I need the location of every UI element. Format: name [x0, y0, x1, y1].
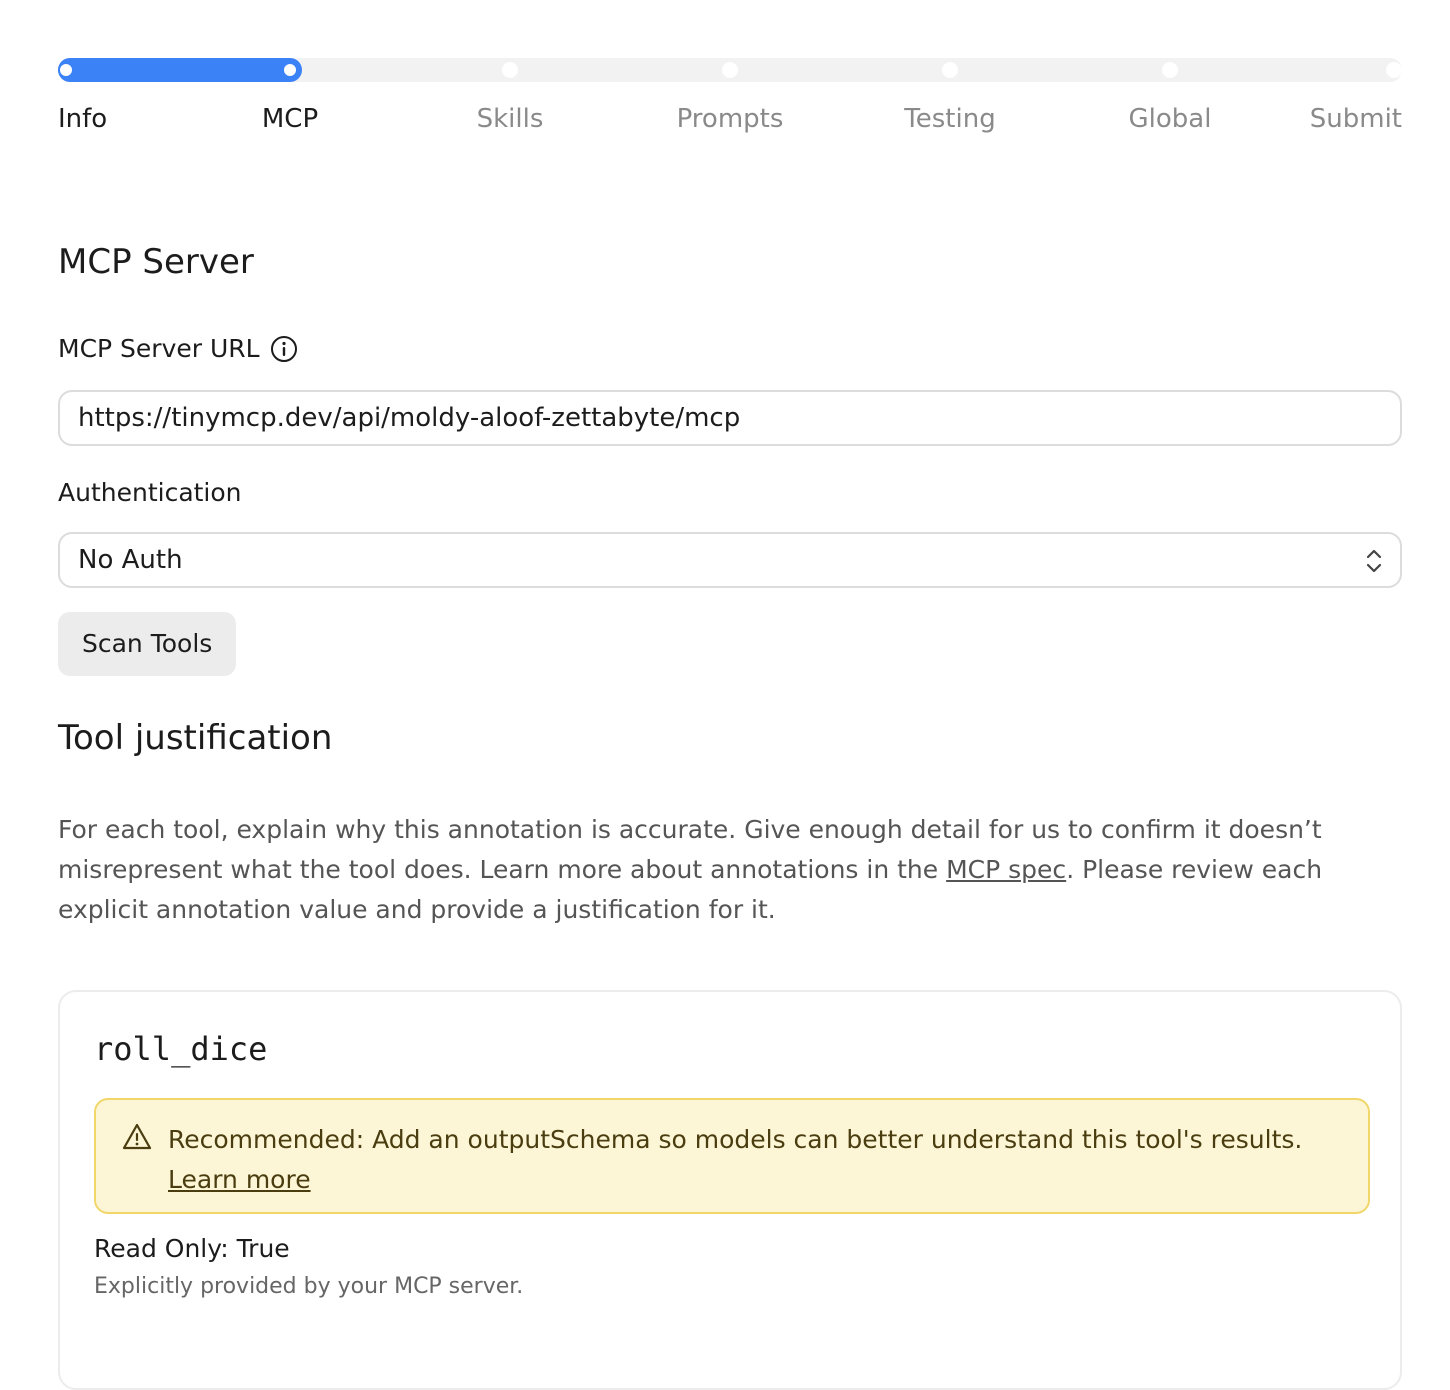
step-label-mcp[interactable]: MCP [262, 102, 318, 136]
chevron-up-down-icon [1366, 549, 1382, 573]
step-dot-global[interactable] [1162, 62, 1178, 78]
stepper-progress-fill [58, 58, 302, 82]
auth-field-label: Authentication [58, 478, 242, 507]
tool-justification-description: For each tool, explain why this annotati… [58, 810, 1348, 930]
output-schema-alert: Recommended: Add an outputSchema so mode… [94, 1098, 1370, 1214]
step-label-testing[interactable]: Testing [904, 102, 995, 136]
learn-more-link[interactable]: Learn more [168, 1165, 311, 1194]
annotation-read-only: Read Only: True [94, 1234, 290, 1263]
alert-text: Recommended: Add an outputSchema so mode… [168, 1125, 1303, 1154]
step-dot-info[interactable] [58, 62, 74, 78]
progress-stepper [58, 58, 1402, 82]
step-dot-submit[interactable] [1386, 62, 1402, 78]
step-dot-skills[interactable] [502, 62, 518, 78]
url-label-text: MCP Server URL [58, 334, 260, 363]
step-label-skills[interactable]: Skills [477, 102, 544, 136]
info-icon[interactable] [270, 335, 298, 363]
step-label-info[interactable]: Info [58, 102, 107, 136]
step-dot-mcp[interactable] [282, 62, 298, 78]
step-label-submit[interactable]: Submit [1310, 102, 1402, 136]
step-dot-prompts[interactable] [722, 62, 738, 78]
url-field-label: MCP Server URL [58, 332, 1402, 366]
tool-name: roll_dice [94, 1030, 268, 1068]
mcp-form: MCP Server MCP Server URL Authentication… [58, 238, 1402, 930]
authentication-selected-value: No Auth [78, 545, 183, 575]
section-title-tool-justification: Tool justification [58, 718, 333, 758]
tool-card: roll_dice Recommended: Add an outputSche… [58, 990, 1402, 1390]
step-label-prompts[interactable]: Prompts [677, 102, 784, 136]
annotation-source-note: Explicitly provided by your MCP server. [94, 1274, 524, 1299]
step-dot-testing[interactable] [942, 62, 958, 78]
authentication-select[interactable]: No Auth [58, 532, 1402, 588]
mcp-spec-link[interactable]: MCP spec [946, 855, 1066, 884]
scan-tools-button[interactable]: Scan Tools [58, 612, 237, 676]
section-title-mcp-server: MCP Server [58, 242, 254, 282]
step-label-global[interactable]: Global [1129, 102, 1212, 136]
warning-triangle-icon [122, 1123, 152, 1150]
mcp-server-url-input[interactable] [58, 390, 1402, 446]
